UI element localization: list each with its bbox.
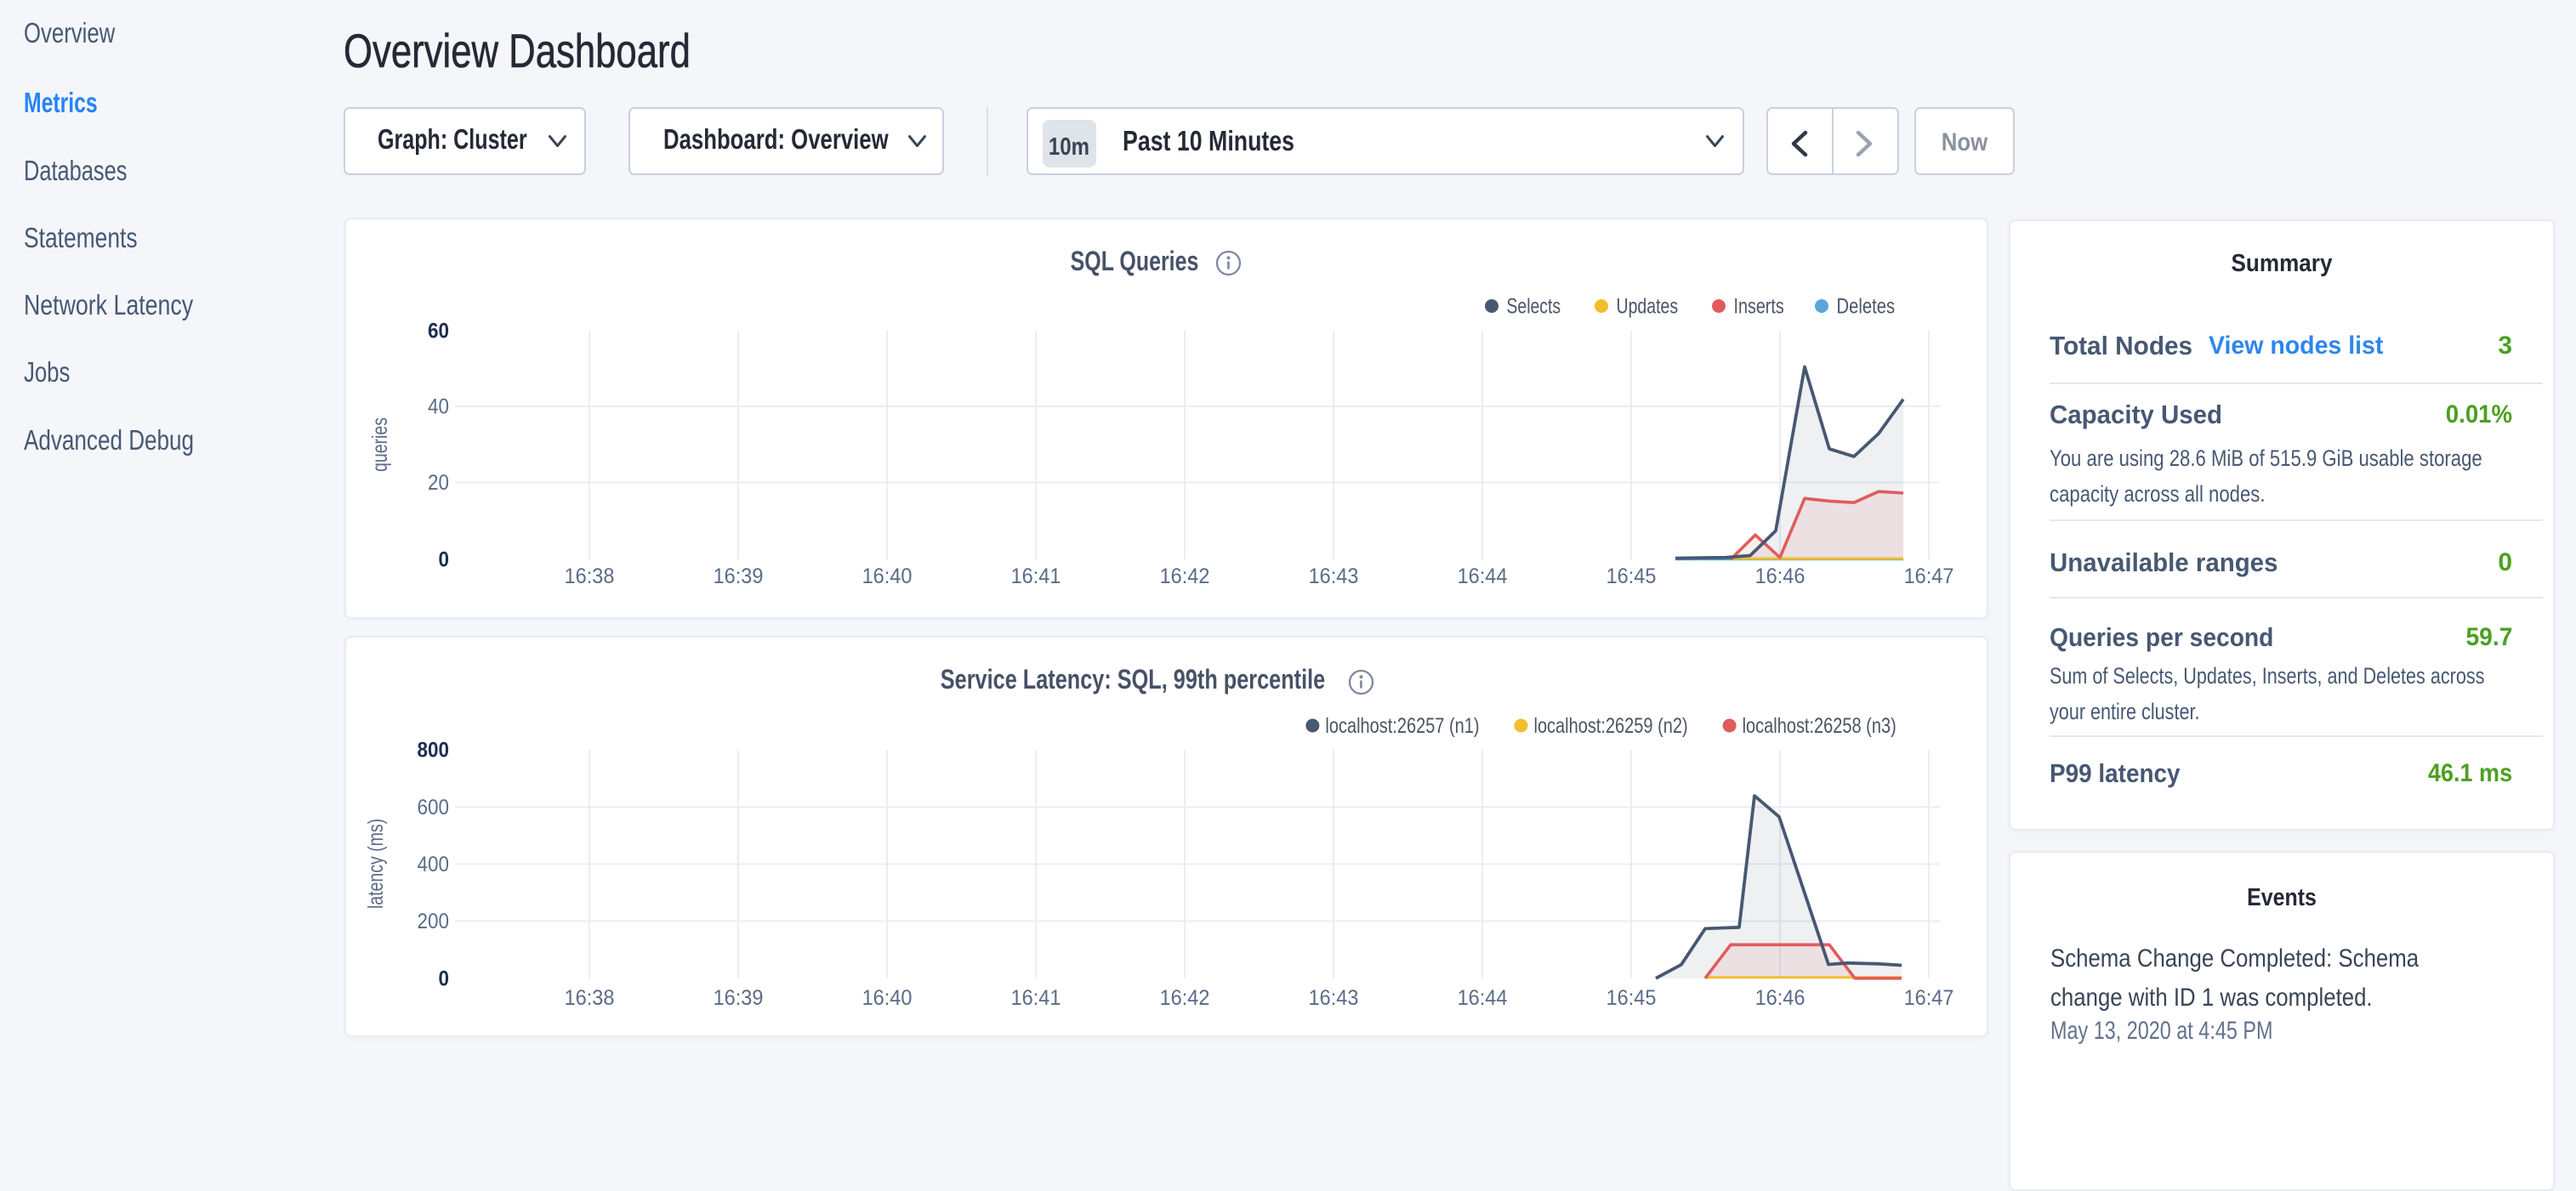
svg-text:16:45: 16:45 bbox=[1606, 564, 1657, 588]
svg-text:localhost:26259 (n2): localhost:26259 (n2) bbox=[1534, 714, 1688, 738]
svg-text:600: 600 bbox=[417, 796, 449, 820]
svg-text:0: 0 bbox=[438, 967, 449, 991]
svg-text:16:44: 16:44 bbox=[1458, 986, 1508, 1010]
svg-text:localhost:26257 (n1): localhost:26257 (n1) bbox=[1325, 714, 1479, 738]
svg-text:queries: queries bbox=[368, 417, 392, 472]
svg-text:latency (ms): latency (ms) bbox=[364, 819, 388, 909]
svg-text:Inserts: Inserts bbox=[1734, 294, 1784, 318]
svg-text:Deletes: Deletes bbox=[1837, 294, 1896, 319]
svg-text:16:47: 16:47 bbox=[1904, 564, 1954, 588]
svg-text:40: 40 bbox=[428, 395, 449, 419]
svg-text:16:46: 16:46 bbox=[1755, 986, 1805, 1010]
svg-text:200: 200 bbox=[417, 910, 449, 933]
svg-text:localhost:26258 (n3): localhost:26258 (n3) bbox=[1743, 714, 1896, 738]
svg-text:800: 800 bbox=[417, 739, 449, 763]
svg-text:16:39: 16:39 bbox=[714, 986, 764, 1010]
svg-text:16:44: 16:44 bbox=[1458, 564, 1508, 588]
svg-text:16:43: 16:43 bbox=[1309, 986, 1359, 1010]
svg-text:16:38: 16:38 bbox=[565, 564, 615, 588]
svg-text:16:42: 16:42 bbox=[1160, 564, 1210, 588]
svg-text:16:42: 16:42 bbox=[1160, 986, 1210, 1010]
svg-text:16:40: 16:40 bbox=[862, 986, 913, 1010]
svg-text:Updates: Updates bbox=[1617, 294, 1679, 318]
svg-text:400: 400 bbox=[417, 853, 449, 876]
svg-text:60: 60 bbox=[428, 320, 449, 343]
svg-text:16:40: 16:40 bbox=[862, 564, 913, 588]
svg-text:16:46: 16:46 bbox=[1755, 564, 1805, 588]
svg-text:16:41: 16:41 bbox=[1011, 986, 1061, 1010]
svg-text:0: 0 bbox=[438, 548, 449, 572]
svg-text:16:43: 16:43 bbox=[1309, 564, 1359, 588]
svg-text:16:41: 16:41 bbox=[1011, 564, 1061, 588]
svg-text:20: 20 bbox=[428, 471, 449, 495]
svg-text:16:38: 16:38 bbox=[565, 986, 615, 1010]
svg-text:16:47: 16:47 bbox=[1904, 986, 1954, 1010]
svg-text:16:39: 16:39 bbox=[714, 564, 764, 588]
svg-text:16:45: 16:45 bbox=[1606, 986, 1657, 1010]
svg-text:Selects: Selects bbox=[1507, 294, 1561, 318]
